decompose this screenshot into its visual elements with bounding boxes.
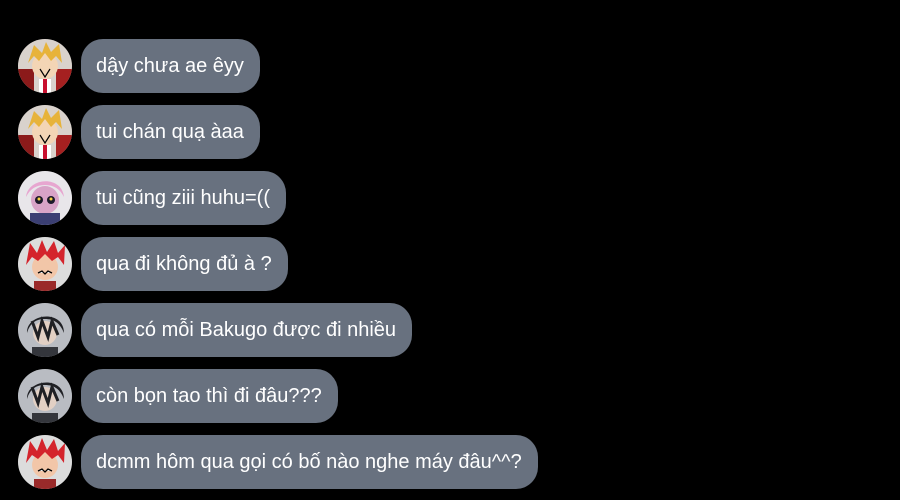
message-bubble[interactable]: qua có mỗi Bakugo được đi nhiều (81, 303, 413, 357)
blonde-boy-avatar[interactable] (18, 105, 72, 159)
message-bubble[interactable]: dậy chưa ae êyy (81, 39, 260, 93)
message-row: qua đi không đủ à ? (18, 236, 288, 292)
message-bubble[interactable]: còn bọn tao thì đi đâu??? (81, 369, 338, 423)
dark-hair-boy-avatar[interactable] (18, 369, 72, 423)
message-bubble[interactable]: qua đi không đủ à ? (81, 237, 288, 291)
chat-thread: dậy chưa ae êyy tui chán quạ àaa tui cũn… (0, 0, 900, 500)
message-row: qua có mỗi Bakugo được đi nhiều (18, 302, 413, 358)
message-row: dcmm hôm qua gọi có bố nào nghe máy đâu^… (18, 434, 538, 490)
message-row: còn bọn tao thì đi đâu??? (18, 368, 338, 424)
message-bubble[interactable]: tui cũng ziii huhu=(( (81, 171, 286, 225)
message-bubble[interactable]: tui chán quạ àaa (81, 105, 260, 159)
message-row: dậy chưa ae êyy (18, 38, 260, 94)
message-bubble[interactable]: dcmm hôm qua gọi có bố nào nghe máy đâu^… (81, 435, 538, 489)
red-hair-boy-avatar[interactable] (18, 237, 72, 291)
dark-hair-boy-avatar[interactable] (18, 303, 72, 357)
blonde-boy-avatar[interactable] (18, 39, 72, 93)
message-row: tui chán quạ àaa (18, 104, 260, 160)
message-row: tui cũng ziii huhu=(( (18, 170, 286, 226)
red-hair-boy-avatar[interactable] (18, 435, 72, 489)
pink-hair-girl-avatar[interactable] (18, 171, 72, 225)
